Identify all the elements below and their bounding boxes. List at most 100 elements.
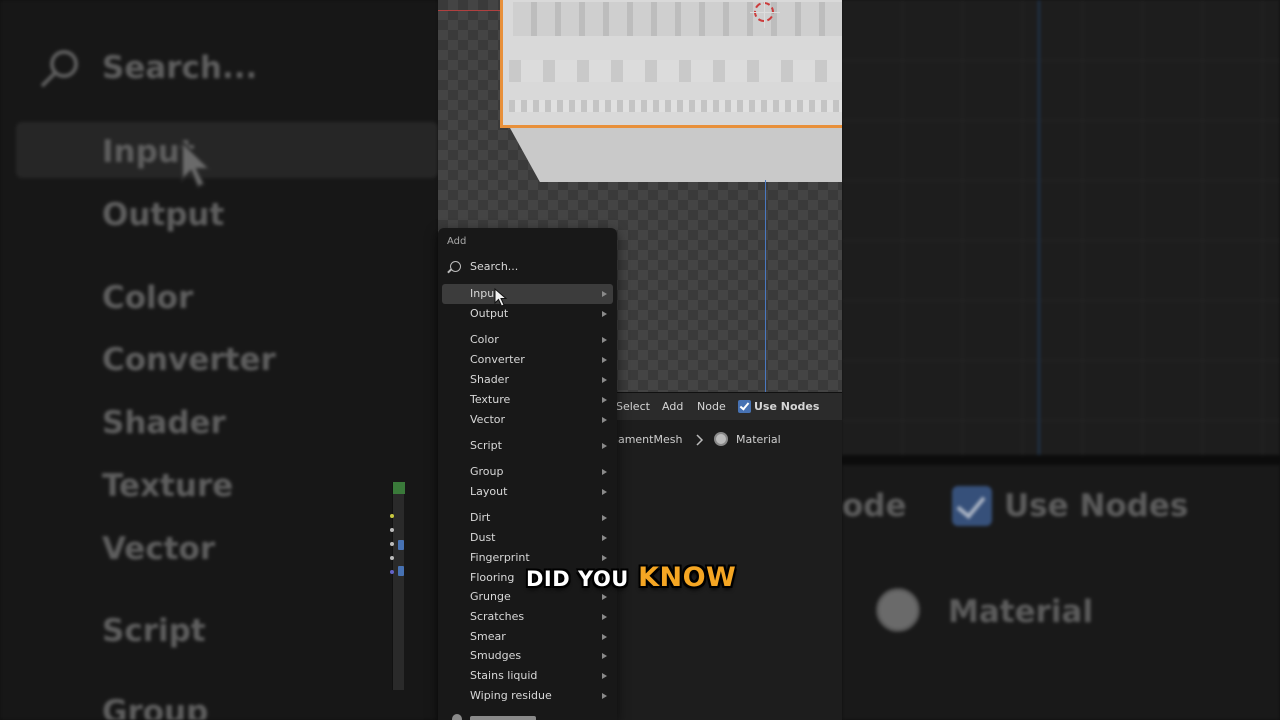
- node-field[interactable]: [398, 566, 404, 576]
- submenu-arrow-icon: [602, 291, 607, 297]
- menu-item-label: Dust: [470, 531, 496, 544]
- left-item: Color: [102, 280, 194, 316]
- menu-item-label: Texture: [470, 393, 511, 406]
- right-material-sphere-icon: [876, 588, 920, 632]
- node-header: [393, 482, 405, 494]
- menu-item-label: Color: [470, 333, 499, 346]
- node-socket[interactable]: [390, 570, 394, 574]
- shader-node[interactable]: [390, 482, 405, 690]
- left-search-label: Search...: [102, 50, 258, 86]
- submenu-arrow-icon: [602, 377, 607, 383]
- menu-item-label: Layout: [470, 485, 508, 498]
- left-zoom-panel: Search... Input Output Color Converter S…: [0, 0, 438, 720]
- menu-add[interactable]: Add: [662, 400, 683, 413]
- menu-item-label: Smear: [470, 630, 506, 643]
- menu-item-converter[interactable]: Converter: [442, 350, 613, 370]
- menu-item-label: Shader: [470, 373, 509, 386]
- left-item: Converter: [102, 342, 276, 378]
- menu-item-partial: [452, 714, 572, 720]
- ornament-band: [509, 60, 842, 82]
- 3d-cursor-icon[interactable]: [750, 0, 780, 28]
- menu-item-smudges[interactable]: Smudges: [442, 646, 613, 666]
- submenu-arrow-icon: [602, 469, 607, 475]
- menu-search[interactable]: Search...: [450, 259, 610, 275]
- menu-item-layout[interactable]: Layout: [442, 482, 613, 502]
- left-item: Texture: [102, 468, 234, 504]
- left-item: Shader: [102, 405, 226, 441]
- menu-node[interactable]: Node: [697, 400, 726, 413]
- node-socket[interactable]: [390, 556, 394, 560]
- right-use-nodes: Use Nodes: [1004, 488, 1189, 524]
- menu-item-smear[interactable]: Smear: [442, 627, 613, 647]
- menu-item-label: Smudges: [470, 649, 522, 662]
- submenu-arrow-icon: [602, 489, 607, 495]
- menu-item-color[interactable]: Color: [442, 330, 613, 350]
- right-checkbox-icon: [952, 486, 992, 526]
- submenu-arrow-icon: [602, 357, 607, 363]
- mouse-cursor-icon: [494, 288, 508, 307]
- left-item: Script: [102, 613, 206, 649]
- menu-item-label: Dirt: [470, 511, 491, 524]
- right-node-text: ode: [842, 488, 907, 524]
- left-item: Group: [102, 694, 209, 720]
- breadcrumb-material[interactable]: Material: [736, 433, 781, 446]
- submenu-arrow-icon: [602, 397, 607, 403]
- menu-item-texture[interactable]: Texture: [442, 390, 613, 410]
- ornament-base-slab: [510, 128, 842, 182]
- use-nodes-label[interactable]: Use Nodes: [754, 400, 819, 413]
- chevron-right-icon: [696, 434, 704, 446]
- menu-item-wiping-residue[interactable]: Wiping residue: [442, 686, 613, 706]
- search-icon: [450, 261, 461, 272]
- menu-item-label: Fingerprint: [470, 551, 530, 564]
- menu-item-output[interactable]: Output: [442, 304, 613, 324]
- menu-item-script[interactable]: Script: [442, 436, 613, 456]
- menu-item-vector[interactable]: Vector: [442, 410, 613, 430]
- material-sphere-icon: [714, 432, 728, 446]
- use-nodes-checkbox[interactable]: [738, 400, 751, 413]
- menu-item-dust[interactable]: Dust: [442, 528, 613, 548]
- caption-highlight: KNOW: [638, 562, 737, 593]
- submenu-arrow-icon: [602, 535, 607, 541]
- menu-item-label: Flooring: [470, 571, 515, 584]
- node-socket[interactable]: [390, 542, 394, 546]
- node-field[interactable]: [398, 540, 404, 550]
- caption-text: DID YOU: [526, 567, 629, 591]
- ornament-mesh[interactable]: [500, 0, 842, 128]
- submenu-arrow-icon: [602, 515, 607, 521]
- submenu-arrow-icon: [602, 614, 607, 620]
- menu-item-label: Wiping residue: [470, 689, 552, 702]
- submenu-arrow-icon: [602, 634, 607, 640]
- right-material-label: Material: [948, 594, 1094, 630]
- menu-item-label: Grunge: [470, 590, 511, 603]
- left-item: Vector: [102, 531, 216, 567]
- menu-search-label: Search...: [470, 260, 519, 273]
- right-axis-line: [1038, 0, 1040, 455]
- right-divider: [842, 455, 1280, 465]
- menu-item-stains-liquid[interactable]: Stains liquid: [442, 666, 613, 686]
- submenu-arrow-icon: [602, 693, 607, 699]
- submenu-arrow-icon: [602, 337, 607, 343]
- menu-item-label: Script: [470, 439, 502, 452]
- submenu-arrow-icon: [602, 417, 607, 423]
- menu-item-label: Vector: [470, 413, 506, 426]
- menu-item-group[interactable]: Group: [442, 462, 613, 482]
- submenu-arrow-icon: [602, 594, 607, 600]
- add-menu: Add Search... Input Output Color Convert…: [438, 228, 617, 720]
- submenu-arrow-icon: [602, 311, 607, 317]
- menu-item-label: Stains liquid: [470, 669, 538, 682]
- menu-item-scratches[interactable]: Scratches: [442, 607, 613, 627]
- menu-item-input[interactable]: Input: [442, 284, 613, 304]
- menu-item-dirt[interactable]: Dirt: [442, 508, 613, 528]
- menu-item-shader[interactable]: Shader: [442, 370, 613, 390]
- left-highlight: [16, 122, 438, 178]
- left-cursor-icon: [181, 140, 213, 189]
- ornament-beads: [509, 100, 842, 112]
- node-socket[interactable]: [390, 514, 394, 518]
- submenu-arrow-icon: [602, 653, 607, 659]
- menu-select[interactable]: Select: [616, 400, 650, 413]
- left-item: Output: [102, 197, 225, 233]
- node-socket[interactable]: [390, 528, 394, 532]
- menu-item-label: Group: [470, 465, 504, 478]
- menu-item-label: Output: [470, 307, 509, 320]
- submenu-arrow-icon: [602, 443, 607, 449]
